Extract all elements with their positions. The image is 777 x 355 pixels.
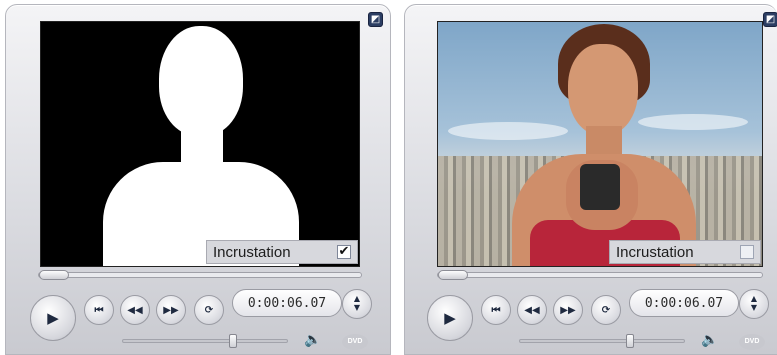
rewind-icon: ◀◀ xyxy=(524,304,540,316)
dvd-icon[interactable]: DVD xyxy=(342,334,368,350)
spin-down-icon[interactable]: ▼ xyxy=(740,303,768,312)
fast-forward-icon: ▶▶ xyxy=(163,304,179,316)
cup xyxy=(580,164,620,210)
incrustation-toggle[interactable]: Incrustation xyxy=(609,240,761,264)
video-screen-composite: Incrustation xyxy=(437,21,763,267)
dvd-icon[interactable]: DVD xyxy=(739,334,765,350)
silhouette-head xyxy=(159,26,243,136)
timecode-spinner[interactable]: ▲ ▼ xyxy=(739,289,769,319)
skip-to-start-button[interactable]: ⏮ xyxy=(84,295,114,325)
corner-pin-icon[interactable]: ◩ xyxy=(763,12,777,27)
skip-to-start-button[interactable]: ⏮ xyxy=(481,295,511,325)
rewind-button[interactable]: ◀◀ xyxy=(120,295,150,325)
timecode-spinner[interactable]: ▲ ▼ xyxy=(342,289,372,319)
incrustation-label: Incrustation xyxy=(616,243,694,261)
play-button[interactable]: ▶ xyxy=(30,295,76,341)
scrubber-track[interactable] xyxy=(38,270,362,280)
rewind-button[interactable]: ◀◀ xyxy=(517,295,547,325)
cloud xyxy=(638,114,748,130)
incrustation-checkbox[interactable]: ✔ xyxy=(337,245,351,259)
volume-slider[interactable] xyxy=(519,334,685,348)
speaker-icon[interactable]: 🔈 xyxy=(304,332,321,348)
preview-player-right: ◩ Incrustation ▶ ⏮ ◀◀ ▶▶ ⟳ 0:00:06.07 ▲ … xyxy=(404,4,777,355)
fast-forward-button[interactable]: ▶▶ xyxy=(553,295,583,325)
rewind-icon: ◀◀ xyxy=(127,304,143,316)
skip-start-icon: ⏮ xyxy=(491,304,501,316)
play-button[interactable]: ▶ xyxy=(427,295,473,341)
timecode-field[interactable]: 0:00:06.07 xyxy=(629,289,739,317)
spin-up-icon[interactable]: ▲ xyxy=(740,294,768,303)
volume-thumb[interactable] xyxy=(626,334,634,348)
volume-thumb[interactable] xyxy=(229,334,237,348)
video-screen-matte: Incrustation ✔ xyxy=(40,21,360,267)
volume-slider[interactable] xyxy=(122,334,288,348)
play-icon: ▶ xyxy=(444,309,456,327)
scrubber-thumb[interactable] xyxy=(438,270,468,280)
loop-icon: ⟳ xyxy=(204,304,214,316)
spin-up-icon[interactable]: ▲ xyxy=(343,294,371,303)
incrustation-label: Incrustation xyxy=(213,243,291,261)
skip-start-icon: ⏮ xyxy=(94,304,104,316)
incrustation-checkbox[interactable] xyxy=(740,245,754,259)
play-icon: ▶ xyxy=(47,309,59,327)
loop-button[interactable]: ⟳ xyxy=(194,295,224,325)
corner-pin-icon[interactable]: ◩ xyxy=(368,12,383,27)
fast-forward-button[interactable]: ▶▶ xyxy=(156,295,186,325)
loop-button[interactable]: ⟳ xyxy=(591,295,621,325)
preview-player-left: ◩ Incrustation ✔ ▶ ⏮ ◀◀ ▶▶ ⟳ 0:00:06.07 … xyxy=(5,4,391,355)
loop-icon: ⟳ xyxy=(601,304,611,316)
speaker-icon[interactable]: 🔈 xyxy=(701,332,718,348)
scrubber-track[interactable] xyxy=(437,270,763,280)
spin-down-icon[interactable]: ▼ xyxy=(343,303,371,312)
cloud xyxy=(448,122,568,140)
scrubber-thumb[interactable] xyxy=(39,270,69,280)
fast-forward-icon: ▶▶ xyxy=(560,304,576,316)
woman-face xyxy=(568,44,638,136)
incrustation-toggle[interactable]: Incrustation ✔ xyxy=(206,240,358,264)
timecode-field[interactable]: 0:00:06.07 xyxy=(232,289,342,317)
